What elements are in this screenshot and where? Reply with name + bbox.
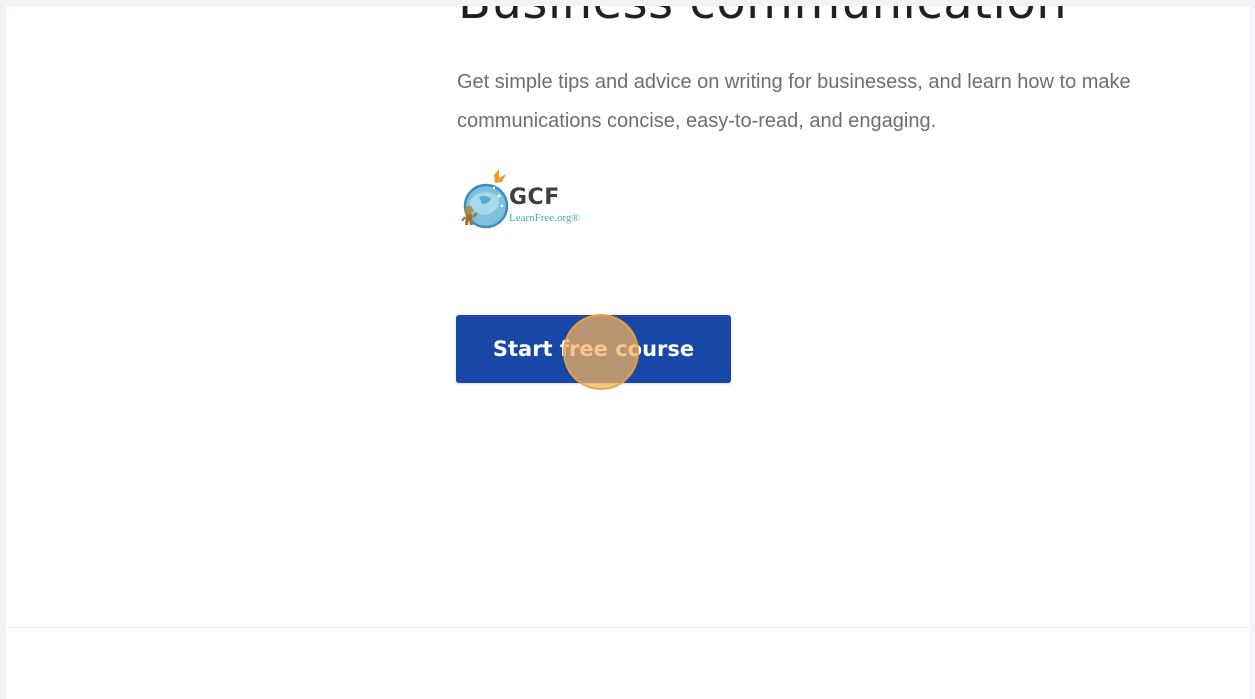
course-description: Get simple tips and advice on writing fo… xyxy=(457,63,1250,141)
course-title: Business communication xyxy=(458,6,1067,34)
course-description-line-2: communications concise, easy-to-read, an… xyxy=(457,110,937,132)
gcf-globe-icon xyxy=(461,169,509,229)
start-free-course-button[interactable]: Start free course xyxy=(456,315,731,383)
page-footer-area xyxy=(6,628,1250,699)
gcf-brand-text: GCF xyxy=(509,185,560,210)
course-description-line-1: Get simple tips and advice on writing fo… xyxy=(457,71,1131,93)
course-card: Business communication Get simple tips a… xyxy=(6,6,1250,627)
gcf-learnfree-logo: GCF LearnFree.org® xyxy=(455,166,615,232)
learnfree-domain-text: LearnFree.org® xyxy=(509,212,580,224)
